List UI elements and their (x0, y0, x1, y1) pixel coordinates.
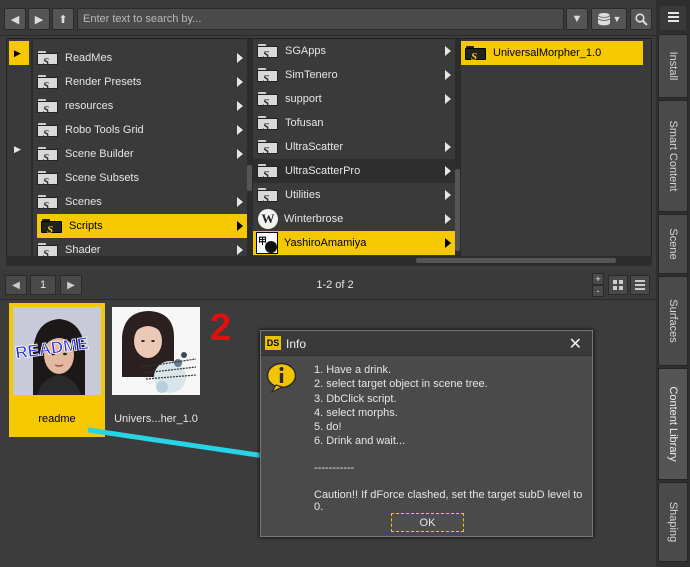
tab-smart-content[interactable]: Smart Content (658, 100, 688, 212)
dialog-caution-text: Caution!! If dForce clashed, set the tar… (314, 489, 583, 513)
instruction-line: 1. Have a drink. (314, 364, 392, 376)
info-dialog: DS Info ✕ 1. Have a drink. 2. select tar… (260, 330, 593, 537)
dialog-title-bar: DS Info ✕ (261, 331, 592, 356)
dialog-instructions: 1. Have a drink. 2. select target object… (314, 363, 488, 449)
tab-label: Content Library (667, 386, 679, 462)
tab-scene[interactable]: Scene (658, 214, 688, 274)
right-tab-sidebar: Install Smart Content Scene Surfaces Con… (656, 0, 690, 567)
tab-label: Shaping (667, 501, 679, 543)
instruction-line: 2. select target object in scene tree. (314, 378, 488, 391)
dialog-title: Info (286, 337, 307, 351)
tab-label: Surfaces (667, 299, 679, 343)
tab-label: Install (667, 51, 679, 81)
tab-surfaces[interactable]: Surfaces (658, 276, 688, 366)
instruction-line: 4. select morphs. (314, 406, 398, 419)
instruction-line: 6. Drink and wait... (314, 435, 406, 448)
instruction-line: 5. do! (314, 421, 342, 434)
tab-label: Scene (667, 228, 679, 260)
tab-shaping[interactable]: Shaping (658, 482, 688, 562)
close-button[interactable]: ✕ (569, 334, 582, 354)
tab-install[interactable]: Install (658, 34, 688, 98)
dialog-separator: ----------- (314, 462, 355, 474)
daz-studio-logo-icon: DS (265, 336, 281, 350)
ok-button[interactable]: OK (391, 513, 464, 532)
tab-label: Smart Content (667, 120, 679, 192)
tab-content-library[interactable]: Content Library (658, 368, 688, 480)
info-icon (266, 362, 297, 393)
instruction-line: 3. DbClick script. (314, 392, 397, 405)
panel-menu-icon[interactable] (660, 6, 686, 30)
